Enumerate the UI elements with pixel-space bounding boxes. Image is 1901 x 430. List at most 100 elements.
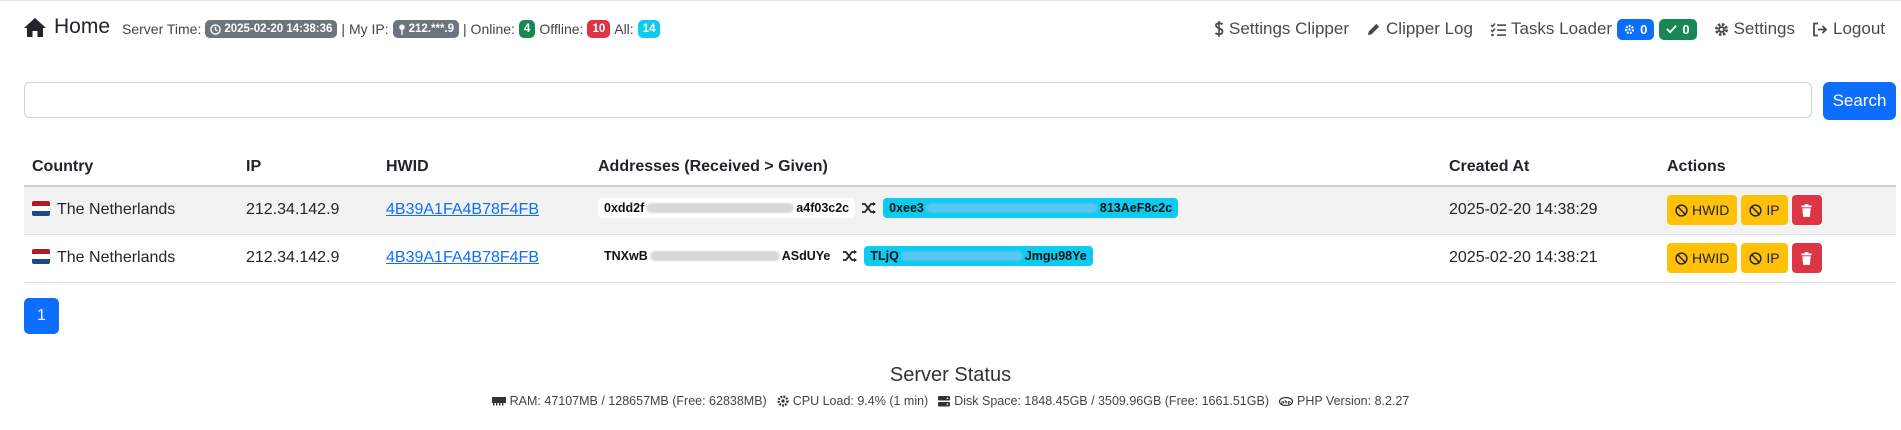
disk-stat: Disk Space: 1848.45GB / 3509.96GB (Free:… [938,394,1269,408]
created-at-cell: 2025-02-20 14:38:29 [1449,201,1598,218]
country-name: The Netherlands [57,201,176,218]
php-stat: php PHP Version: 8.2.27 [1278,394,1409,408]
clients-table: Country IP HWID Addresses (Received > Gi… [24,150,1896,283]
nav-settings-clipper-label: Settings Clipper [1229,19,1350,38]
ban-icon [1675,251,1688,265]
online-label: | Online: [463,21,515,37]
nav-tasks-loader-label: Tasks Loader [1510,19,1613,38]
nav-clipper-log[interactable]: Clipper Log [1366,19,1473,39]
netherlands-flag-icon [32,201,50,216]
ip-cell: 212.34.142.9 [246,249,340,266]
gear-icon [1625,24,1635,34]
cpu-text: CPU Load: 9.4% (1 min) [792,394,929,408]
nav-settings-label: Settings [1733,19,1795,38]
tasks-done-count: 0 [1682,21,1690,37]
svg-text:php: php [1281,399,1292,405]
disk-text: Disk Space: 1848.45GB / 3509.96GB (Free:… [954,394,1269,408]
header-created-at: Created At [1449,158,1530,175]
php-icon: php [1278,396,1293,406]
search-input[interactable] [24,82,1812,118]
delete-button[interactable] [1791,195,1822,225]
my-ip-label: | My IP: [341,21,389,37]
search-button[interactable]: Search [1823,82,1896,120]
given-address-start: 0xee3 [889,201,924,215]
online-count-badge: 4 [518,20,536,38]
ban-hwid-button[interactable]: HWID [1667,195,1738,225]
memory-icon [491,397,506,406]
check-icon [1666,25,1678,34]
ban-icon [1749,203,1762,217]
country-cell: The Netherlands [32,201,175,219]
hwid-link[interactable]: 4B39A1FA4B78F4FB [386,249,539,266]
redacted-blur [646,203,795,213]
ban-ip-button[interactable]: IP [1741,243,1788,273]
redacted-blur [900,251,1023,261]
pencil-icon [1367,23,1380,35]
table-row: The Netherlands 212.34.142.9 4B39A1FA4B7… [24,187,1896,235]
header-addresses: Addresses (Received > Given) [598,158,828,175]
cpu-stat: CPU Load: 9.4% (1 min) [777,394,928,408]
addresses-cell: 0xdd2f a4f03c2c 0xee3 813AeF8c2c [598,198,1179,218]
all-label: All: [614,21,634,37]
actions-cell: HWID IP [1667,195,1826,225]
given-address: 0xee3 813AeF8c2c [883,198,1179,218]
ip-cell: 212.34.142.9 [246,201,340,218]
ban-icon [1675,203,1688,217]
home-icon [24,17,46,37]
server-time-badge: 2025-02-20 14:38:36 [205,20,338,38]
ban-ip-button[interactable]: IP [1741,195,1788,225]
given-address-start: TLjQ [870,249,899,263]
server-time-label: Server Time: [122,21,202,37]
nav-clipper-log-label: Clipper Log [1386,19,1473,38]
nav-settings[interactable]: Settings [1714,19,1795,39]
tasks-running-count: 0 [1640,21,1648,37]
server-status-title: Server Status [889,364,1012,386]
home-label: Home [54,15,111,38]
netherlands-flag-icon [32,249,50,264]
shuffle-icon [843,250,858,262]
gear-icon [1714,22,1728,36]
clock-icon [210,23,222,35]
ban-hwid-label: HWID [1692,250,1730,266]
header-country: Country [32,158,94,175]
top-border [0,0,1901,1]
server-info-bar: Server Time: 2025-02-20 14:38:36 | My IP… [122,18,664,40]
ram-text: RAM: 47107MB / 128657MB (Free: 62838MB) [509,394,767,408]
header-actions: Actions [1667,158,1726,175]
page-1-button[interactable]: 1 [24,298,59,334]
given-address-end: 813AeF8c2c [1099,201,1173,215]
country-name: The Netherlands [57,249,176,266]
nav-tasks-loader[interactable]: Tasks Loader 0 0 [1490,18,1697,40]
dollar-icon [1214,21,1224,37]
received-address: 0xdd2f a4f03c2c [598,198,856,218]
hwid-link[interactable]: 4B39A1FA4B78F4FB [386,201,539,218]
shuffle-icon [862,202,877,214]
home-link[interactable]: Home [23,14,110,40]
pin-icon [398,23,405,35]
logout-icon [1813,22,1828,36]
trash-icon [1801,251,1812,265]
tasks-done-badge: 0 [1659,18,1697,40]
header-ip: IP [246,158,262,175]
received-address-end: ASdUYe [781,249,831,263]
ban-hwid-button[interactable]: HWID [1667,243,1738,273]
trash-icon [1801,203,1812,217]
given-address: TLjQ Jmgu98Ye [864,246,1093,266]
table-header: Country IP HWID Addresses (Received > Gi… [24,150,1896,187]
actions-cell: HWID IP [1667,243,1826,273]
hard-drive-icon [938,395,951,406]
delete-button[interactable] [1791,243,1822,273]
nav-settings-clipper[interactable]: Settings Clipper [1214,19,1349,39]
ban-hwid-label: HWID [1692,202,1730,218]
ban-ip-label: IP [1766,202,1780,218]
offline-count-badge: 10 [587,20,611,38]
addresses-cell: TNXwB ASdUYe TLjQ Jmgu98Ye [598,246,1093,266]
received-address: TNXwB ASdUYe [598,246,837,266]
list-check-icon [1490,22,1506,36]
redacted-blur [925,203,1098,213]
nav-logout[interactable]: Logout [1812,19,1885,39]
all-count-badge: 14 [637,20,661,38]
hwid-cell: 4B39A1FA4B78F4FB [386,201,539,219]
hwid-cell: 4B39A1FA4B78F4FB [386,249,539,267]
received-address-start: 0xdd2f [604,201,645,215]
